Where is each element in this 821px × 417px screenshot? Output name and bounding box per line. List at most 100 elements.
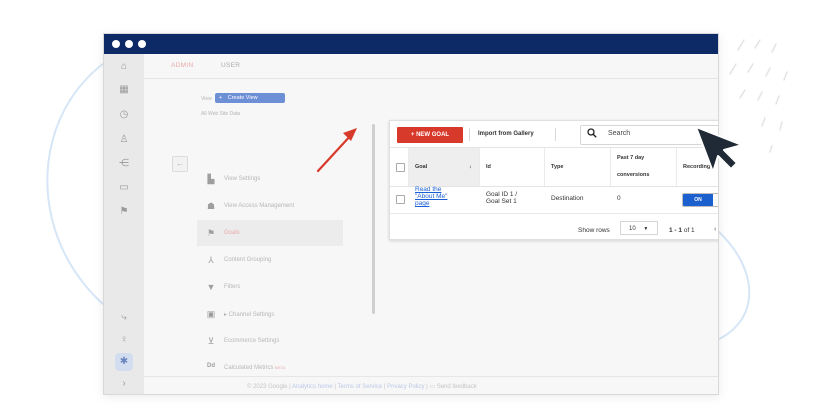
column-conversions-line2: conversions [617,172,650,178]
flag-icon: ⚑ [206,228,216,238]
import-from-gallery-link[interactable]: Import from Gallery [478,131,534,137]
cart-icon: ⊻ [207,336,215,346]
toolbar-divider [469,128,470,141]
column-header-goal[interactable]: Goal ↓ [409,148,480,186]
window-dot-3[interactable] [138,40,146,48]
acquisition-icon[interactable]: ⋲ [114,158,134,170]
pagination-range: 1 - 1 of 1 [669,227,695,234]
calculated-metrics-text: Calculated Metrics [224,365,274,371]
recording-toggle[interactable]: ON [682,193,718,207]
footer-link-analytics-home[interactable]: Analytics home [292,384,333,390]
lightbulb-icon[interactable]: ♀ [114,334,134,346]
select-all-checkbox[interactable] [396,163,405,172]
goal-name-link[interactable]: Read the "About Me" page [415,186,447,207]
column-id-label: Id [486,164,491,170]
search-input[interactable]: Search [580,125,718,145]
menu-item-filters[interactable]: ▼ Filters [201,274,343,300]
footer-link-terms[interactable]: Terms of Service [338,384,383,390]
dashboard-icon[interactable]: ▦ [114,84,134,96]
pagination-range-rest: of 1 [683,227,695,234]
background-curve-right [716,229,751,341]
column-type-label: Type [551,164,564,170]
window-dot-1[interactable] [112,40,120,48]
footer-separator: | [426,384,428,390]
toggle-on-label: ON [683,194,713,206]
window-titlebar [104,34,718,54]
menu-item-label: Content Grouping [224,257,272,263]
clock-icon[interactable]: ◷ [114,109,134,121]
browser-window: ⌂ ▦ ◷ ♙ ⋲ ▭ ⚑ ⤷ ♀ ✱ › ADMIN USER View + … [103,33,719,395]
menu-item-view-settings[interactable]: ▙ View Settings [201,166,343,192]
toolbar-divider [555,128,556,141]
table-row: Read the "About Me" page Goal ID 1 / Goa… [390,185,718,214]
gear-icon[interactable]: ✱ [115,353,133,371]
filter-icon: ▼ [206,282,216,292]
page-footer: © 2023 Google | Analytics home | Terms o… [144,376,718,394]
document-icon: ▙ [207,174,215,184]
row-checkbox[interactable] [396,195,405,204]
footer-link-privacy[interactable]: Privacy Policy [387,384,424,390]
footer-separator: | [289,384,291,390]
goal-type-cell: Destination [551,195,584,202]
goals-panel: + NEW GOAL Import from Gallery Search Go… [389,120,718,240]
search-placeholder: Search [608,130,631,137]
goal-id-line2: Goal Set 1 [486,198,517,205]
tab-admin[interactable]: ADMIN [171,62,193,69]
person-icon[interactable]: ♙ [114,134,134,146]
menu-item-label: View Settings [224,176,261,182]
back-arrow-button[interactable]: ← [172,156,188,172]
menu-item-channel-settings[interactable]: ▣ ▸ Channel Settings [201,301,343,327]
footer-link-feedback[interactable]: Send feedback [437,384,477,390]
header-select-cell [390,148,409,186]
goal-id-cell: Goal ID 1 / Goal Set 1 [486,191,517,205]
behavior-icon[interactable]: ▭ [114,182,134,194]
column-header-recording[interactable]: Recording [677,148,718,186]
view-subtitle: All Web Site Data [201,111,241,117]
column-goal-label: Goal [415,164,428,170]
flag-icon[interactable]: ⚑ [114,206,134,218]
left-icon-rail: ⌂ ▦ ◷ ♙ ⋲ ▭ ⚑ ⤷ ♀ ✱ › [104,54,144,394]
menu-item-label: ▸ Channel Settings [224,311,274,318]
main-content: ADMIN USER View + Create View All Web Si… [144,54,718,394]
menu-item-view-access[interactable]: ☗ View Access Management [201,193,343,219]
goal-id-line1: Goal ID 1 / [486,191,518,198]
grouping-icon: ⅄ [208,255,214,265]
window-dot-2[interactable] [125,40,133,48]
view-label: View [201,96,212,102]
previous-page-button[interactable]: ‹ [714,226,716,233]
channel-icon: ▣ [206,309,216,319]
footer-text: © 2023 Google | Analytics home | Terms o… [247,383,477,390]
chevron-down-icon: ▼ [643,226,649,232]
column-header-id[interactable]: Id [480,148,545,186]
rows-per-page-select[interactable]: 10 ▼ [620,221,658,235]
sort-down-icon: ↓ [469,164,472,170]
expand-icon[interactable]: › [114,378,134,390]
top-tabs: ADMIN USER [144,54,718,79]
background-dash-pattern [729,39,788,153]
column-conversions-line1: Past 7 day [617,155,645,161]
footer-copyright: © 2023 Google [247,384,288,390]
create-view-button[interactable]: + Create View [215,93,285,103]
pagination-range-bold: 1 - 1 [669,227,683,234]
footer-separator: | [383,384,386,390]
menu-item-ecommerce[interactable]: ⊻ Ecommerce Settings [201,328,343,354]
table-header: Goal ↓ Id Type Past 7 day conversions Re [390,147,718,187]
tab-user[interactable]: USER [221,62,240,69]
column-header-type[interactable]: Type [545,148,611,186]
goal-name-line2: "About Me" [415,193,448,200]
goal-name-line1: Read the [415,186,442,193]
home-icon[interactable]: ⌂ [114,61,134,73]
footer-separator: | [334,384,336,390]
channel-settings-text: Channel Settings [228,312,275,318]
route-icon[interactable]: ⤷ [114,312,134,324]
menu-item-goals[interactable]: ⚑ Goals [197,220,343,246]
menu-item-label: Filters [224,284,241,290]
menu-item-label: Ecommerce Settings [224,338,280,344]
new-goal-button[interactable]: + NEW GOAL [397,127,463,143]
panel-scrollbar[interactable] [372,124,375,314]
column-header-conversions[interactable]: Past 7 day conversions [611,148,677,186]
create-view-label: Create View [227,95,258,101]
menu-item-content-grouping[interactable]: ⅄ Content Grouping [201,247,343,273]
plus-icon: + [219,95,223,101]
menu-item-label: Calculated Metrics BETA [224,365,285,371]
